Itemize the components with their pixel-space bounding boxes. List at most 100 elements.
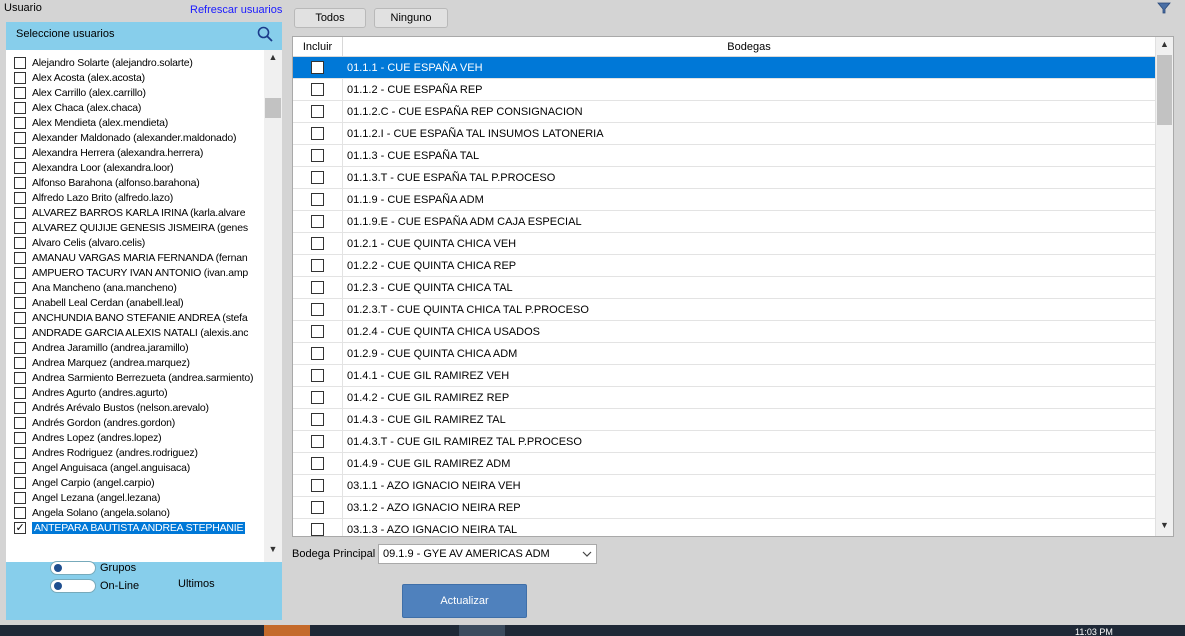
user-checkbox[interactable] <box>14 191 26 204</box>
user-checkbox[interactable] <box>14 461 26 474</box>
user-list-item[interactable]: Alex Chaca (alex.chaca) <box>6 100 262 115</box>
incluir-checkbox[interactable] <box>311 347 324 360</box>
user-list-item[interactable]: Angel Carpio (angel.carpio) <box>6 475 262 490</box>
user-checkbox[interactable] <box>14 131 26 144</box>
incluir-checkbox[interactable] <box>311 193 324 206</box>
user-list-item[interactable]: Andrea Sarmiento Berrezueta (andrea.sarm… <box>6 370 262 385</box>
user-list-scrollbar[interactable]: ▲ ▼ <box>264 50 282 562</box>
user-list-item[interactable]: Alexander Maldonado (alexander.maldonado… <box>6 130 262 145</box>
actualizar-button[interactable]: Actualizar <box>402 584 527 618</box>
user-checkbox[interactable] <box>14 356 26 369</box>
incluir-checkbox[interactable] <box>311 259 324 272</box>
user-list-item[interactable]: Angela Solano (angela.solano) <box>6 505 262 520</box>
incluir-checkbox[interactable] <box>311 435 324 448</box>
grid-row[interactable]: 03.1.3 - AZO IGNACIO NEIRA TAL <box>293 519 1155 536</box>
incluir-checkbox[interactable] <box>311 501 324 514</box>
user-checkbox[interactable] <box>14 371 26 384</box>
user-checkbox[interactable] <box>14 281 26 294</box>
user-list-item[interactable]: Alfredo Lazo Brito (alfredo.lazo) <box>6 190 262 205</box>
grid-row[interactable]: 01.4.2 - CUE GIL RAMIREZ REP <box>293 387 1155 409</box>
bodega-principal-select[interactable]: 09.1.9 - GYE AV AMERICAS ADM <box>378 544 597 564</box>
taskbar-app[interactable] <box>459 625 505 636</box>
bodegas-grid[interactable]: Incluir Bodegas 01.1.1 - CUE ESPAÑA VEH 0… <box>292 36 1174 537</box>
column-header-incluir[interactable]: Incluir <box>293 37 343 56</box>
incluir-checkbox[interactable] <box>311 325 324 338</box>
user-list-item[interactable]: Angel Lezana (angel.lezana) <box>6 490 262 505</box>
incluir-checkbox[interactable] <box>311 523 324 536</box>
user-list-item[interactable]: Andrea Marquez (andrea.marquez) <box>6 355 262 370</box>
scroll-down-icon[interactable]: ▼ <box>1156 520 1173 534</box>
user-list-item[interactable]: Ana Mancheno (ana.mancheno) <box>6 280 262 295</box>
user-list-item[interactable]: ✓ ANTEPARA BAUTISTA ANDREA STEPHANIE <box>6 520 262 535</box>
grid-row[interactable]: 01.1.2.I - CUE ESPAÑA TAL INSUMOS LATONE… <box>293 123 1155 145</box>
incluir-checkbox[interactable] <box>311 457 324 470</box>
user-checkbox[interactable] <box>14 251 26 264</box>
chevron-down-icon[interactable] <box>581 548 593 560</box>
user-list-item[interactable]: Alex Mendieta (alex.mendieta) <box>6 115 262 130</box>
user-checkbox[interactable] <box>14 221 26 234</box>
scroll-up-icon[interactable]: ▲ <box>264 52 282 68</box>
grid-row[interactable]: 01.1.3.T - CUE ESPAÑA TAL P.PROCESO <box>293 167 1155 189</box>
user-list-item[interactable]: Alvaro Celis (alvaro.celis) <box>6 235 262 250</box>
user-checkbox[interactable] <box>14 146 26 159</box>
column-header-bodegas[interactable]: Bodegas <box>343 37 1155 56</box>
search-icon[interactable] <box>256 25 274 43</box>
incluir-checkbox[interactable] <box>311 413 324 426</box>
user-list-item[interactable]: Angel Anguisaca (angel.anguisaca) <box>6 460 262 475</box>
user-checkbox[interactable]: ✓ <box>14 521 26 534</box>
user-checkbox[interactable] <box>14 506 26 519</box>
user-checkbox[interactable] <box>14 176 26 189</box>
grid-row[interactable]: 01.1.2.C - CUE ESPAÑA REP CONSIGNACION <box>293 101 1155 123</box>
user-list-item[interactable]: Alfonso Barahona (alfonso.barahona) <box>6 175 262 190</box>
grid-row[interactable]: 01.2.3.T - CUE QUINTA CHICA TAL P.PROCES… <box>293 299 1155 321</box>
user-list-item[interactable]: Andres Rodriguez (andres.rodriguez) <box>6 445 262 460</box>
user-list-item[interactable]: Andres Lopez (andres.lopez) <box>6 430 262 445</box>
user-checkbox[interactable] <box>14 386 26 399</box>
grid-row[interactable]: 01.1.3 - CUE ESPAÑA TAL <box>293 145 1155 167</box>
incluir-checkbox[interactable] <box>311 127 324 140</box>
grid-row[interactable]: 01.4.1 - CUE GIL RAMIREZ VEH <box>293 365 1155 387</box>
user-checkbox[interactable] <box>14 71 26 84</box>
user-list-item[interactable]: Andrés Gordon (andres.gordon) <box>6 415 262 430</box>
user-checkbox[interactable] <box>14 401 26 414</box>
grid-row[interactable]: 01.1.1 - CUE ESPAÑA VEH <box>293 57 1155 79</box>
user-checkbox[interactable] <box>14 206 26 219</box>
incluir-checkbox[interactable] <box>311 171 324 184</box>
todos-button[interactable]: Todos <box>294 8 366 28</box>
user-checkbox[interactable] <box>14 326 26 339</box>
user-checkbox[interactable] <box>14 266 26 279</box>
user-list-item[interactable]: Alexandra Loor (alexandra.loor) <box>6 160 262 175</box>
user-list-item[interactable]: ANCHUNDIA BANO STEFANIE ANDREA (stefa <box>6 310 262 325</box>
incluir-checkbox[interactable] <box>311 61 324 74</box>
user-list-item[interactable]: Andres Agurto (andres.agurto) <box>6 385 262 400</box>
grid-scrollbar[interactable]: ▲ ▼ <box>1155 37 1173 536</box>
user-checkbox[interactable] <box>14 476 26 489</box>
user-list-item[interactable]: AMANAU VARGAS MARIA FERNANDA (fernan <box>6 250 262 265</box>
incluir-checkbox[interactable] <box>311 149 324 162</box>
toggle-online[interactable] <box>50 579 96 593</box>
user-checkbox[interactable] <box>14 341 26 354</box>
refresh-users-link[interactable]: Refrescar usuarios <box>190 4 282 16</box>
user-list-item[interactable]: ANDRADE GARCIA ALEXIS NATALI (alexis.anc <box>6 325 262 340</box>
user-checkbox[interactable] <box>14 311 26 324</box>
grid-scroll-thumb[interactable] <box>1157 55 1172 125</box>
incluir-checkbox[interactable] <box>311 369 324 382</box>
grid-row[interactable]: 03.1.1 - AZO IGNACIO NEIRA VEH <box>293 475 1155 497</box>
grid-row[interactable]: 01.4.9 - CUE GIL RAMIREZ ADM <box>293 453 1155 475</box>
user-checkbox[interactable] <box>14 236 26 249</box>
ninguno-button[interactable]: Ninguno <box>374 8 448 28</box>
user-list-item[interactable]: Andrea Jaramillo (andrea.jaramillo) <box>6 340 262 355</box>
scroll-up-icon[interactable]: ▲ <box>1156 39 1173 53</box>
incluir-checkbox[interactable] <box>311 83 324 96</box>
user-checkbox[interactable] <box>14 116 26 129</box>
grid-row[interactable]: 01.4.3.T - CUE GIL RAMIREZ TAL P.PROCESO <box>293 431 1155 453</box>
incluir-checkbox[interactable] <box>311 237 324 250</box>
user-list-item[interactable]: Alex Acosta (alex.acosta) <box>6 70 262 85</box>
user-checkbox[interactable] <box>14 416 26 429</box>
grid-row[interactable]: 01.2.2 - CUE QUINTA CHICA REP <box>293 255 1155 277</box>
grid-row[interactable]: 03.1.2 - AZO IGNACIO NEIRA REP <box>293 497 1155 519</box>
grid-row[interactable]: 01.4.3 - CUE GIL RAMIREZ TAL <box>293 409 1155 431</box>
user-list[interactable]: Alejandro Solarte (alejandro.solarte) Ale… <box>6 50 282 562</box>
user-checkbox[interactable] <box>14 86 26 99</box>
user-checkbox[interactable] <box>14 296 26 309</box>
